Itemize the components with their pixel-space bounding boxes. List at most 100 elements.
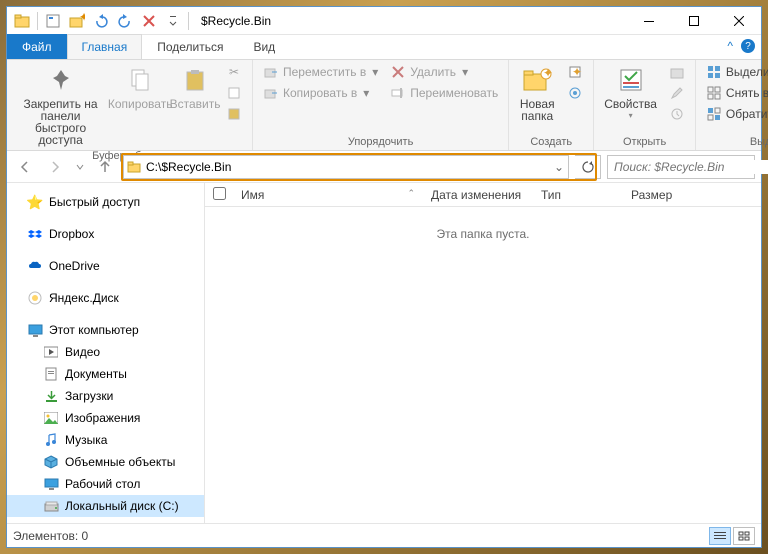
nav-this-pc[interactable]: Этот компьютер xyxy=(7,319,204,341)
search-box[interactable] xyxy=(607,155,755,179)
tab-view[interactable]: Вид xyxy=(238,34,290,59)
edit-button[interactable] xyxy=(665,83,689,103)
quick-access-toolbar: ✦ xyxy=(7,10,195,32)
forward-button[interactable] xyxy=(43,155,67,179)
copy-to-button[interactable]: Копировать в▾ xyxy=(259,83,382,103)
move-to-icon xyxy=(263,64,279,80)
pin-button[interactable]: Закрепить на панели быстрого доступа xyxy=(13,62,108,148)
nav-videos[interactable]: Видео xyxy=(7,341,204,363)
open-button[interactable] xyxy=(665,62,689,82)
ribbon-group-new: ✦ Новая папка ✦ Создать xyxy=(509,60,594,150)
select-all-button[interactable]: Выделить все xyxy=(702,62,768,82)
drive-icon xyxy=(43,498,59,514)
recent-locations-button[interactable] xyxy=(73,155,87,179)
select-none-button[interactable]: Снять выделение xyxy=(702,83,768,103)
qat-undo-icon[interactable] xyxy=(90,10,112,32)
cut-button[interactable]: ✂ xyxy=(222,62,246,82)
paste-button[interactable]: Вставить xyxy=(172,62,218,112)
easy-access-icon xyxy=(567,85,583,101)
properties-icon xyxy=(615,64,647,96)
navigation-pane: ⭐Быстрый доступ Dropbox OneDrive Яндекс.… xyxy=(7,183,205,523)
tab-file[interactable]: Файл xyxy=(7,34,67,59)
nav-drive-c[interactable]: Локальный диск (C:) xyxy=(7,495,204,517)
nav-3d-objects[interactable]: Объемные объекты xyxy=(7,451,204,473)
copy-icon xyxy=(124,64,156,96)
back-button[interactable] xyxy=(13,155,37,179)
move-to-button[interactable]: Переместить в▾ xyxy=(259,62,382,82)
search-input[interactable] xyxy=(608,160,768,174)
paste-shortcut-icon xyxy=(226,106,242,122)
minimize-button[interactable] xyxy=(626,7,671,35)
qat-dropdown-icon[interactable] xyxy=(162,10,184,32)
copy-to-icon xyxy=(263,85,279,101)
ribbon-group-open: Свойства ▾ Открыть xyxy=(594,60,696,150)
folder-icon[interactable] xyxy=(11,10,33,32)
star-icon: ⭐ xyxy=(27,194,43,210)
help-icon[interactable]: ? xyxy=(741,39,755,53)
history-icon xyxy=(669,106,685,122)
qat-redo-icon[interactable] xyxy=(114,10,136,32)
up-button[interactable] xyxy=(93,155,117,179)
ribbon-collapse-icon[interactable]: ^ xyxy=(727,39,733,53)
qat-properties-icon[interactable] xyxy=(42,10,64,32)
address-dropdown-icon[interactable]: ⌄ xyxy=(550,160,568,174)
nav-music[interactable]: Музыка xyxy=(7,429,204,451)
onedrive-icon xyxy=(27,258,43,274)
view-large-icons-button[interactable] xyxy=(733,527,755,545)
nav-quick-access[interactable]: ⭐Быстрый доступ xyxy=(7,191,204,213)
desktop-icon xyxy=(43,476,59,492)
new-folder-button[interactable]: ✦ Новая папка xyxy=(515,62,559,124)
refresh-button[interactable] xyxy=(575,155,601,179)
nav-onedrive[interactable]: OneDrive xyxy=(7,255,204,277)
window-title: $Recycle.Bin xyxy=(195,14,626,28)
ribbon-tabs: Файл Главная Поделиться Вид ^ ? xyxy=(7,35,761,59)
tab-share[interactable]: Поделиться xyxy=(142,34,238,59)
nav-yandex[interactable]: Яндекс.Диск xyxy=(7,287,204,309)
svg-text:✦: ✦ xyxy=(572,65,582,79)
column-size[interactable]: Размер xyxy=(623,188,693,202)
address-row: ⌄ xyxy=(7,151,761,183)
edit-icon xyxy=(669,85,685,101)
select-all-icon xyxy=(706,64,722,80)
new-item-button[interactable]: ✦ xyxy=(563,62,587,82)
qat-newfolder-icon[interactable]: ✦ xyxy=(66,10,88,32)
copy-button[interactable]: Копировать xyxy=(112,62,168,112)
address-input[interactable] xyxy=(144,156,550,178)
copy-path-button[interactable] xyxy=(222,83,246,103)
invert-selection-button[interactable]: Обратить выделение xyxy=(702,104,768,124)
maximize-button[interactable] xyxy=(671,7,716,35)
copy-path-icon xyxy=(226,85,242,101)
nav-documents[interactable]: Документы xyxy=(7,363,204,385)
tab-home[interactable]: Главная xyxy=(67,34,143,59)
titlebar: ✦ $Recycle.Bin xyxy=(7,7,761,35)
pc-icon xyxy=(27,322,43,338)
delete-button[interactable]: Удалить▾ xyxy=(386,62,502,82)
column-date[interactable]: Дата изменения xyxy=(423,188,533,202)
history-button[interactable] xyxy=(665,104,689,124)
new-item-icon: ✦ xyxy=(567,64,583,80)
delete-icon xyxy=(390,64,406,80)
nav-downloads[interactable]: Загрузки xyxy=(7,385,204,407)
nav-dropbox[interactable]: Dropbox xyxy=(7,223,204,245)
address-bar[interactable]: ⌄ xyxy=(123,155,569,179)
close-button[interactable] xyxy=(716,7,761,35)
view-details-button[interactable] xyxy=(709,527,731,545)
dropbox-icon xyxy=(27,226,43,242)
ribbon-group-select: Выделить все Снять выделение Обратить вы… xyxy=(696,60,768,150)
body: ⭐Быстрый доступ Dropbox OneDrive Яндекс.… xyxy=(7,183,761,523)
nav-pictures[interactable]: Изображения xyxy=(7,407,204,429)
document-icon xyxy=(43,366,59,382)
svg-text:✦: ✦ xyxy=(79,13,85,24)
qat-delete-icon[interactable] xyxy=(138,10,160,32)
group-label-organize: Упорядочить xyxy=(259,134,502,150)
select-all-checkbox[interactable] xyxy=(205,187,233,203)
pictures-icon xyxy=(43,410,59,426)
properties-button[interactable]: Свойства ▾ xyxy=(600,62,661,124)
nav-desktop[interactable]: Рабочий стол xyxy=(7,473,204,495)
column-type[interactable]: Тип xyxy=(533,188,623,202)
easy-access-button[interactable] xyxy=(563,83,587,103)
yandex-icon xyxy=(27,290,43,306)
paste-shortcut-button[interactable] xyxy=(222,104,246,124)
rename-button[interactable]: Переименовать xyxy=(386,83,502,103)
column-name[interactable]: Имя⌃ xyxy=(233,188,423,202)
